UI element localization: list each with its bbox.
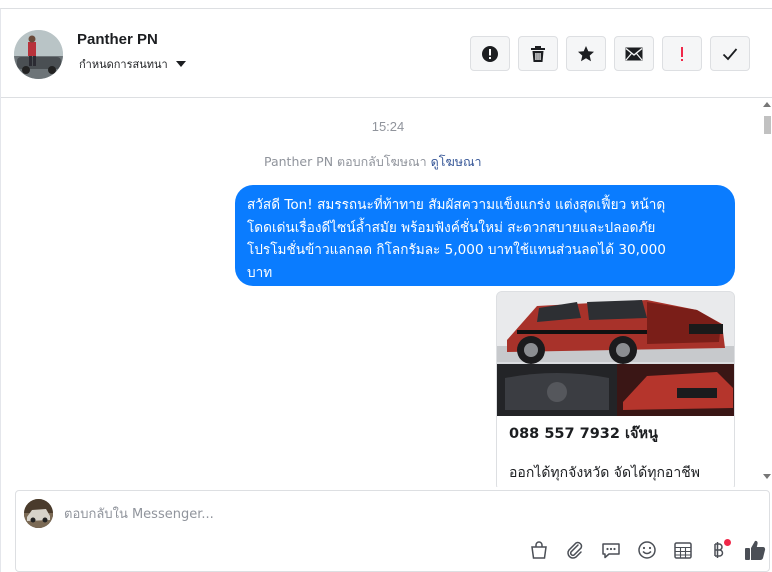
contact-name[interactable]: Panther PN: [77, 31, 158, 48]
appointment-icon: [674, 542, 692, 559]
page-avatar: [24, 499, 53, 528]
outgoing-message-bubble[interactable]: สวัสดี Ton! สมรรถนะที่ท้าทาย สัมผัสความแ…: [235, 185, 735, 286]
star-icon: [578, 45, 594, 61]
shopping-bag-icon: [531, 541, 547, 559]
mark-unread-button[interactable]: [614, 36, 654, 71]
notification-dot: [724, 539, 731, 546]
conversation-actions: [470, 36, 750, 71]
message-thread[interactable]: 15:24 Panther PN ตอบกลับโฆษณา ดูโฆษณา สว…: [1, 99, 772, 487]
message-line: สวัสดี Ton! สมรรถนะที่ท้าทาย สัมผัสความแ…: [247, 197, 666, 213]
follow-up-button[interactable]: [662, 36, 702, 71]
saved-replies-button[interactable]: [593, 538, 629, 562]
paperclip-icon: [567, 541, 583, 559]
appointment-button[interactable]: [665, 538, 701, 562]
message-line: บาท: [247, 264, 273, 281]
shopping-button[interactable]: [521, 538, 557, 562]
ad-reply-text: Panther PN ตอบกลับโฆษณา: [264, 154, 427, 169]
ad-card-description: ออกได้ทุกจังหวัด จัดได้ทุกอาชีพ: [509, 465, 700, 481]
assign-conversation-label: กำหนดการสนทนา: [79, 58, 168, 71]
scroll-down-arrow-icon[interactable]: [763, 474, 771, 479]
thread-scrollbar[interactable]: [762, 99, 772, 487]
scroll-up-arrow-icon[interactable]: [763, 102, 771, 107]
red-exclamation-icon: [681, 46, 683, 61]
message-line: โปรโมชั่นข้าวแลกลด กิโลกรัมละ 5,000 บาทใ…: [247, 242, 666, 258]
envelope-icon: [625, 47, 643, 60]
message-timestamp: 15:24: [371, 119, 405, 134]
checkmark-icon: [722, 47, 738, 60]
mark-done-button[interactable]: [710, 36, 750, 71]
send-like-button[interactable]: [737, 538, 772, 562]
trash-icon: [531, 45, 545, 62]
emoji-icon: [638, 541, 656, 559]
messenger-window: Panther PN กำหนดการสนทนา 15:24 Panther P…: [0, 8, 772, 572]
ad-card-image: [497, 292, 734, 416]
caret-down-icon: [175, 61, 186, 67]
mark-spam-button[interactable]: [470, 36, 510, 71]
saved-reply-icon: [602, 543, 620, 559]
star-button[interactable]: [566, 36, 606, 71]
composer-toolbar: [521, 538, 772, 562]
thumbs-up-icon: [745, 540, 766, 560]
view-ad-link[interactable]: ดูโฆษณา: [431, 154, 482, 169]
conversation-header: Panther PN กำหนดการสนทนา: [1, 9, 772, 98]
ad-card[interactable]: 088 557 7932 เจ๊หนู ออกได้ทุกจังหวัด จัด…: [496, 291, 735, 487]
assign-conversation-dropdown[interactable]: กำหนดการสนทนา: [79, 55, 186, 73]
ad-reply-note: Panther PN ตอบกลับโฆษณา ดูโฆษณา: [264, 152, 482, 172]
reply-input[interactable]: [64, 504, 664, 524]
scroll-thumb[interactable]: [764, 116, 771, 134]
exclamation-circle-icon: [482, 45, 498, 62]
contact-avatar[interactable]: [14, 30, 63, 79]
ad-card-title: 088 557 7932 เจ๊หนู: [509, 426, 658, 442]
emoji-button[interactable]: [629, 538, 665, 562]
payment-button[interactable]: [701, 538, 737, 562]
message-line: โดดเด่นเรื่องดีไซน์ล้ำสมัย พร้อมฟังค์ชั่…: [247, 219, 656, 236]
attach-button[interactable]: [557, 538, 593, 562]
message-composer: [15, 490, 770, 572]
delete-button[interactable]: [518, 36, 558, 71]
